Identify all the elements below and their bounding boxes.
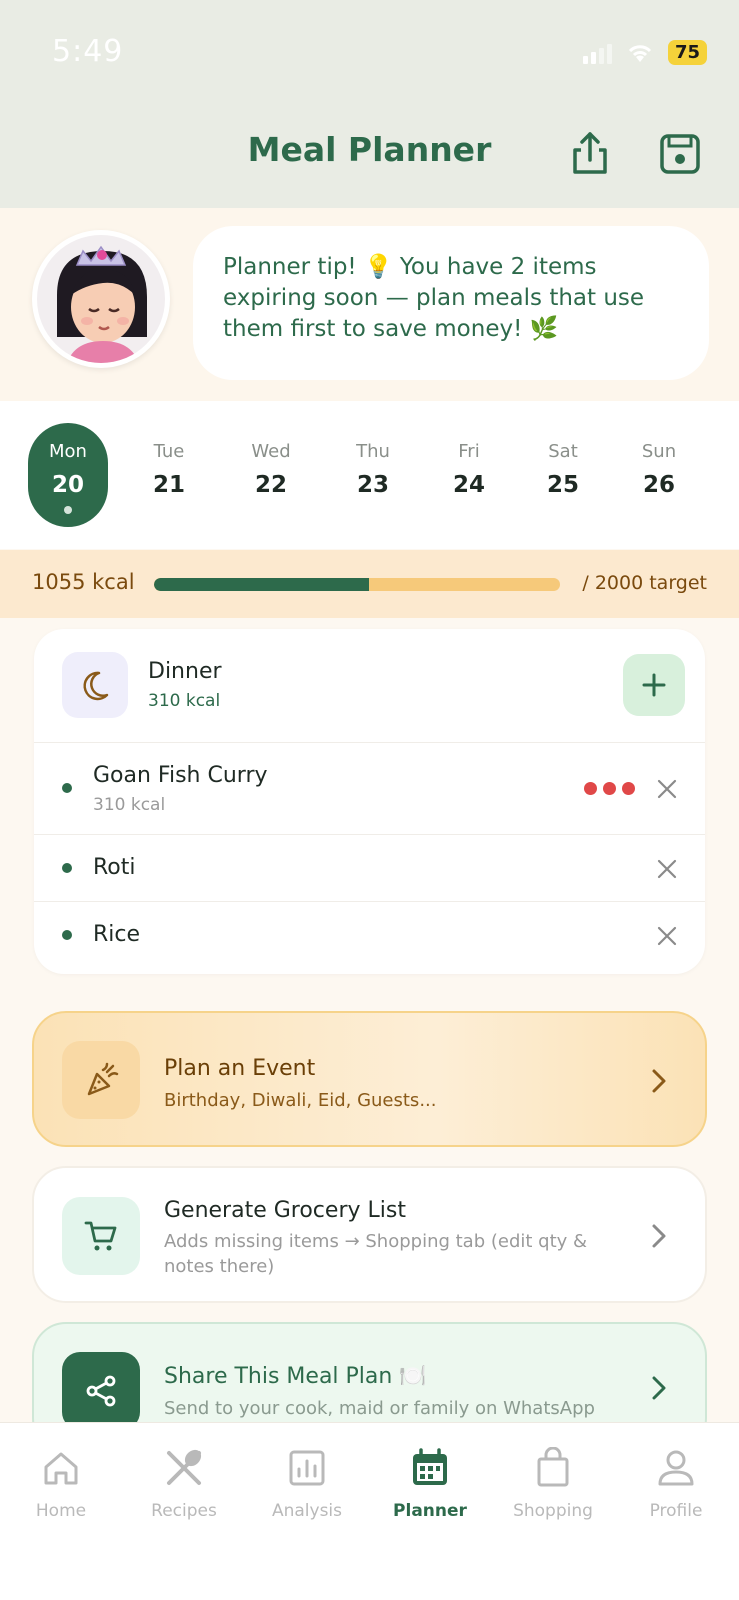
meal-card-dinner: Dinner 310 kcal Goan Fish Curry 310 kcal… [34,629,705,974]
add-dish-button[interactable] [623,654,685,716]
page-title: Meal Planner [247,130,492,169]
calorie-target: / 2000 target [582,572,707,594]
day-name: Sun [641,441,677,462]
day-thu[interactable]: Thu 23 [333,423,413,527]
item-bullet [62,863,72,873]
tab-label: Home [35,1501,87,1521]
action-subtitle: Send to your cook, maid or family on Wha… [164,1398,595,1419]
list-item[interactable]: Rice [34,902,705,974]
person-icon [658,1450,694,1486]
meal-header: Dinner 310 kcal [34,629,705,743]
tab-home[interactable]: Home [6,1447,116,1521]
tip-bubble: Planner tip! 💡 You have 2 items expiring… [193,226,709,380]
day-wed[interactable]: Wed 22 [231,423,311,527]
bag-icon [537,1446,569,1487]
tab-shopping[interactable]: Shopping [498,1446,608,1521]
item-name: Goan Fish Curry [93,763,268,788]
more-options-dots[interactable] [584,782,635,795]
item-bullet [62,930,72,940]
calorie-progress-bar [154,578,560,591]
share-icon[interactable] [568,130,612,176]
remove-icon[interactable] [655,924,679,948]
home-icon [44,1452,78,1485]
planner-tip-section: Planner tip! 💡 You have 2 items expiring… [0,208,739,401]
tab-analysis[interactable]: Analysis [252,1447,362,1521]
day-date: 25 [546,472,579,498]
chart-icon [289,1450,325,1486]
day-name: Mon [49,441,87,462]
battery-indicator: 75 [667,40,707,65]
princess-avatar-icon [37,235,165,363]
calendar-icon [413,1448,447,1485]
day-tue[interactable]: Tue 21 [129,423,209,527]
action-subtitle: Birthday, Diwali, Eid, Guests... [164,1090,437,1111]
calories-consumed: 1055 kcal [32,570,135,594]
plan-event-button[interactable]: Plan an Event Birthday, Diwali, Eid, Gue… [32,1011,707,1147]
utensils-icon [167,1449,202,1485]
generate-grocery-list-button[interactable]: Generate Grocery List Adds missing items… [32,1166,707,1303]
day-date: 20 [51,472,84,498]
item-name: Rice [93,922,141,947]
remove-icon[interactable] [655,857,679,881]
day-date: 22 [254,472,287,498]
item-name: Roti [93,855,136,880]
chevron-right-icon [652,1069,666,1093]
share-nodes-icon [62,1352,140,1430]
action-title: Generate Grocery List [164,1198,406,1223]
cart-icon [62,1197,140,1275]
signal-icon [582,42,612,64]
tab-label: Analysis [271,1501,343,1521]
remove-icon[interactable] [655,777,679,801]
day-name: Sat [548,441,578,462]
day-fri[interactable]: Fri 24 [429,423,509,527]
meal-kcal: 310 kcal [148,691,221,711]
chevron-right-icon [652,1376,666,1400]
week-day-selector: Mon 20 Tue 21 Wed 22 Thu 23 Fri 24 Sat 2… [0,401,739,549]
moon-icon [62,652,128,718]
day-name: Fri [458,441,480,462]
day-name: Tue [153,441,185,462]
status-bar-icons: 75 [582,40,707,65]
action-subtitle: Adds missing items → Shopping tab (edit … [164,1231,588,1277]
status-time: 5:49 [52,34,124,69]
chevron-right-icon [652,1224,666,1248]
day-name: Thu [356,441,390,462]
day-sun[interactable]: Sun 26 [619,423,699,527]
app-header: 5:49 75 Meal Planner [0,0,739,208]
bottom-navigation: Home Recipes Analysis Planner Shopping P… [0,1422,739,1600]
day-sat[interactable]: Sat 25 [523,423,603,527]
tab-recipes[interactable]: Recipes [129,1447,239,1521]
item-kcal: 310 kcal [93,795,166,815]
action-title: Plan an Event [164,1056,316,1081]
save-icon[interactable] [658,130,702,176]
party-popper-icon [62,1041,140,1119]
selected-day-dot [64,506,72,514]
avatar [32,230,170,368]
action-title: Share This Meal Plan 🍽️ [164,1364,427,1389]
day-date: 24 [452,472,485,498]
tab-label: Planner [393,1501,467,1521]
plus-icon [642,673,666,697]
day-date: 26 [642,472,675,498]
item-bullet [62,783,72,793]
meal-name: Dinner [148,659,222,684]
tab-label: Recipes [151,1501,217,1521]
list-item[interactable]: Goan Fish Curry 310 kcal [34,743,705,835]
tab-label: Shopping [513,1501,593,1521]
wifi-icon [628,44,652,62]
day-mon[interactable]: Mon 20 [28,423,108,527]
list-item[interactable]: Roti [34,835,705,902]
tab-planner[interactable]: Planner [375,1447,485,1521]
tab-profile[interactable]: Profile [621,1447,731,1521]
day-date: 21 [152,472,185,498]
tab-label: Profile [649,1501,703,1521]
calorie-progress: 1055 kcal / 2000 target [0,550,739,618]
calorie-progress-fill [154,578,370,591]
day-date: 23 [356,472,389,498]
day-name: Wed [251,441,291,462]
